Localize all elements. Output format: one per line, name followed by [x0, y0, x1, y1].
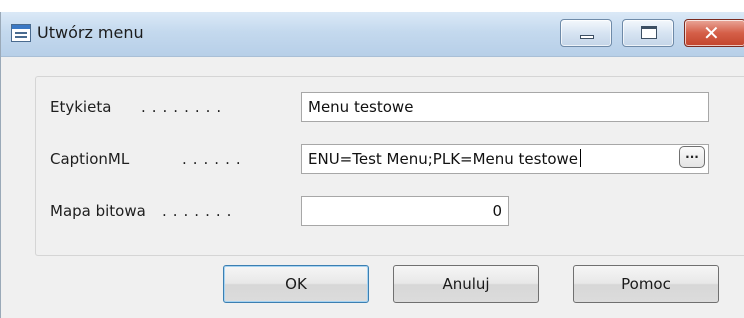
- window-title: Utwórz menu: [37, 23, 144, 42]
- close-button[interactable]: ✕: [684, 19, 744, 47]
- ok-button[interactable]: OK: [223, 265, 369, 303]
- bitmap-field[interactable]: 0: [301, 196, 509, 226]
- caption-label: Etykieta: [50, 98, 112, 116]
- caption-field[interactable]: Menu testowe: [301, 92, 709, 122]
- minimize-button[interactable]: [560, 19, 612, 47]
- cancel-button[interactable]: Anuluj: [393, 265, 539, 303]
- bitmap-label: Mapa bitowa: [50, 202, 146, 220]
- leader-dots: .......: [162, 202, 238, 220]
- captionml-value: ENU=Test Menu;PLK=Menu testowe: [308, 150, 579, 168]
- assist-edit-button[interactable]: ...: [679, 146, 705, 168]
- maximize-button[interactable]: [622, 19, 674, 47]
- captionml-field[interactable]: ENU=Test Menu;PLK=Menu testowe: [301, 144, 709, 174]
- title-bar[interactable]: Utwórz menu ✕: [1, 12, 744, 57]
- window-table-icon: [11, 24, 31, 42]
- leader-dots: ......: [182, 150, 247, 168]
- minimize-icon: [580, 35, 594, 39]
- captionml-label: CaptionML: [50, 150, 130, 168]
- text-cursor: [580, 149, 582, 167]
- create-menu-dialog: Utwórz menu ✕ Etykieta ........ Menu tes…: [0, 12, 744, 318]
- leader-dots: ........: [141, 98, 228, 116]
- help-button[interactable]: Pomoc: [573, 265, 719, 303]
- close-icon: ✕: [703, 21, 720, 45]
- maximize-icon: [641, 26, 657, 39]
